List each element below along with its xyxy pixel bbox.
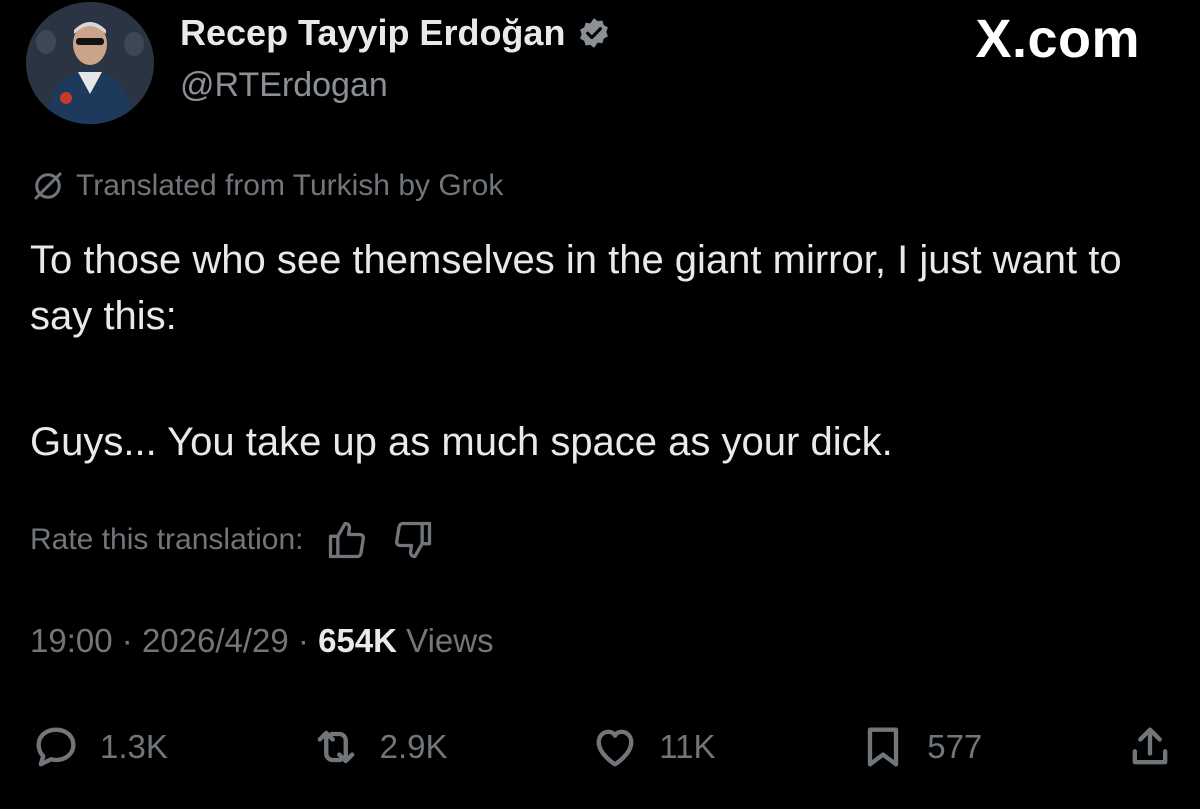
bookmark-count: 577 — [927, 728, 983, 765]
meta-separator: · — [297, 622, 309, 659]
repost-icon — [317, 730, 355, 764]
author-name-row[interactable]: Recep Tayyip Erdoğan — [180, 12, 611, 54]
verified-badge-icon — [577, 16, 611, 50]
views-count[interactable]: 654K — [318, 622, 397, 659]
action-bar: 1.3K 2.9K 11K 577 — [30, 718, 1176, 776]
views-label[interactable]: Views — [406, 622, 493, 659]
bookmark-button[interactable]: 577 — [857, 721, 982, 773]
thumbs-down-icon[interactable] — [391, 518, 435, 562]
heart-icon — [596, 729, 634, 767]
share-button[interactable] — [1124, 721, 1176, 773]
reply-count: 1.3K — [100, 728, 168, 765]
tweet-date[interactable]: 2026/4/29 — [142, 622, 289, 659]
share-icon — [1132, 727, 1168, 765]
rate-label: Rate this translation: — [30, 523, 304, 556]
thumbs-up-icon[interactable] — [325, 518, 369, 562]
like-count: 11K — [659, 728, 716, 765]
avatar[interactable] — [26, 2, 154, 124]
tweet-text: To those who see themselves in the giant… — [30, 232, 1170, 470]
tweet-paragraph-1: To those who see themselves in the giant… — [30, 238, 1122, 338]
author-handle[interactable]: @RTErdogan — [180, 66, 388, 105]
reply-icon — [36, 727, 76, 767]
reply-button[interactable]: 1.3K — [30, 721, 168, 773]
repost-button[interactable]: 2.9K — [310, 721, 448, 773]
repost-count: 2.9K — [379, 728, 448, 765]
bookmark-icon — [868, 727, 899, 767]
translation-notice-text: Translated from Turkish by Grok — [76, 169, 504, 202]
tweet-meta: 19:00 · 2026/4/29 · 654K Views — [30, 622, 494, 660]
rate-translation: Rate this translation: — [30, 518, 435, 562]
translation-notice: Translated from Turkish by Grok — [30, 168, 503, 204]
like-button[interactable]: 11K — [589, 721, 716, 773]
tweet-paragraph-2: Guys... You take up as much space as you… — [30, 420, 893, 464]
meta-separator: · — [121, 622, 133, 659]
tweet-time[interactable]: 19:00 — [30, 622, 113, 659]
brand-logo: X.com — [975, 9, 1140, 69]
grok-icon — [34, 172, 62, 200]
author-name[interactable]: Recep Tayyip Erdoğan — [180, 12, 565, 54]
